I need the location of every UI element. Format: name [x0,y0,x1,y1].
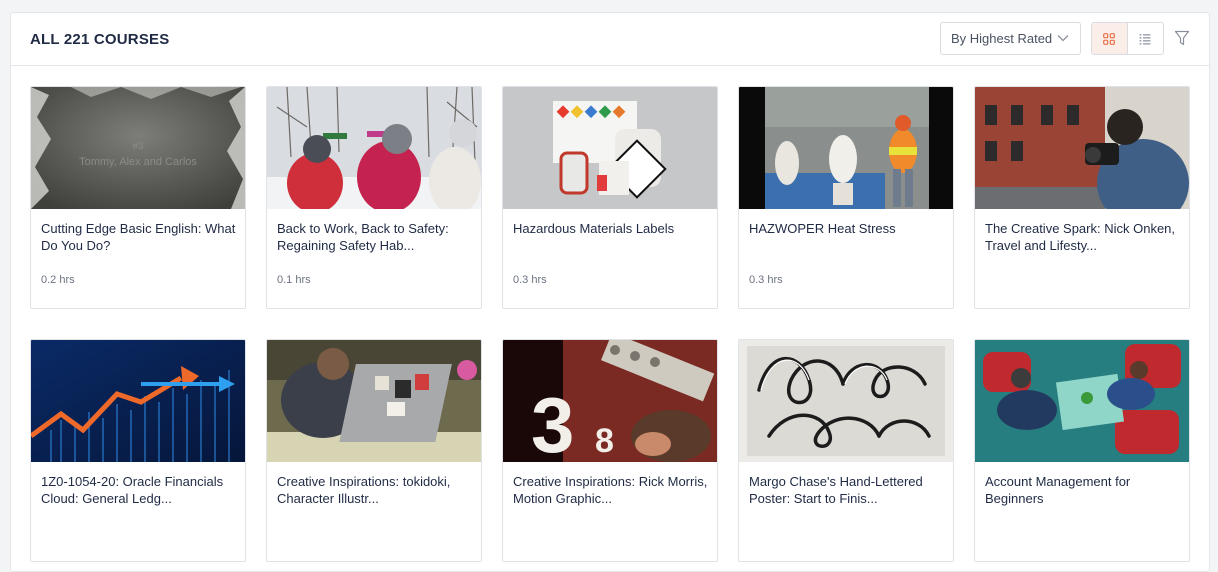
course-card[interactable]: HAZWOPER Heat Stress 0.3 hrs [738,86,954,309]
course-duration: 0.3 hrs [513,274,547,286]
course-thumbnail [739,340,953,462]
course-title: Back to Work, Back to Safety: Regaining … [277,221,449,253]
course-card[interactable]: Account Management for Beginners [974,339,1190,562]
course-title: Hazardous Materials Labels [513,221,675,236]
thumbnail-caption-number: #3 [132,141,144,152]
course-card[interactable]: Margo Chase's Hand-Lettered Poster: Star… [738,339,954,562]
course-thumbnail: 3 8 [503,340,717,462]
courses-panel: ALL 221 COURSES By Highest Rated #3 Tomm… [10,12,1210,572]
course-title: Account Management for Beginners [985,474,1131,506]
view-toggle [1091,22,1164,55]
course-thumbnail [31,340,245,462]
course-card[interactable]: 1Z0-1054-20: Oracle Financials Cloud: Ge… [30,339,246,562]
course-thumbnail [267,340,481,462]
page-title: ALL 221 COURSES [30,31,170,48]
grid-icon [1103,32,1116,45]
filter-icon[interactable] [1174,30,1190,47]
course-card[interactable]: The Creative Spark: Nick Onken, Travel a… [974,86,1190,309]
course-duration: 0.1 hrs [277,274,311,286]
course-thumbnail [739,87,953,209]
thumbnail-digit: 3 [531,381,574,462]
sort-dropdown[interactable]: By Highest Rated [940,22,1081,55]
grid-view-button[interactable] [1092,23,1128,54]
course-title: Margo Chase's Hand-Lettered Poster: Star… [749,474,923,506]
course-title: Creative Inspirations: Rick Morris, Moti… [513,474,708,506]
course-thumbnail [503,87,717,209]
thumbnail-digit: 8 [595,422,614,460]
course-duration: 0.3 hrs [749,274,783,286]
list-view-button[interactable] [1128,23,1164,54]
sort-dropdown-label: By Highest Rated [951,31,1053,46]
course-title: The Creative Spark: Nick Onken, Travel a… [985,221,1176,253]
list-icon [1139,33,1151,45]
course-thumbnail [975,87,1189,209]
course-title: Cutting Edge Basic English: What Do You … [41,221,236,253]
courses-header: ALL 221 COURSES By Highest Rated [11,13,1209,66]
course-card[interactable]: Creative Inspirations: tokidoki, Charact… [266,339,482,562]
thumbnail-caption: Tommy, Alex and Carlos [79,156,197,168]
course-thumbnail [975,340,1189,462]
course-card[interactable]: #3 Tommy, Alex and Carlos Cutting Edge B… [30,86,246,309]
course-title: Creative Inspirations: tokidoki, Charact… [277,474,451,506]
course-title: 1Z0-1054-20: Oracle Financials Cloud: Ge… [41,474,224,506]
course-title: HAZWOPER Heat Stress [749,221,896,236]
course-thumbnail: #3 Tommy, Alex and Carlos [31,87,245,209]
course-card[interactable]: Back to Work, Back to Safety: Regaining … [266,86,482,309]
course-thumbnail [267,87,481,209]
course-card[interactable]: 3 8 Creative Inspirations: Rick Morris, … [502,339,718,562]
course-card[interactable]: Hazardous Materials Labels 0.3 hrs [502,86,718,309]
chevron-down-icon [1057,35,1069,42]
course-duration: 0.2 hrs [41,274,75,286]
